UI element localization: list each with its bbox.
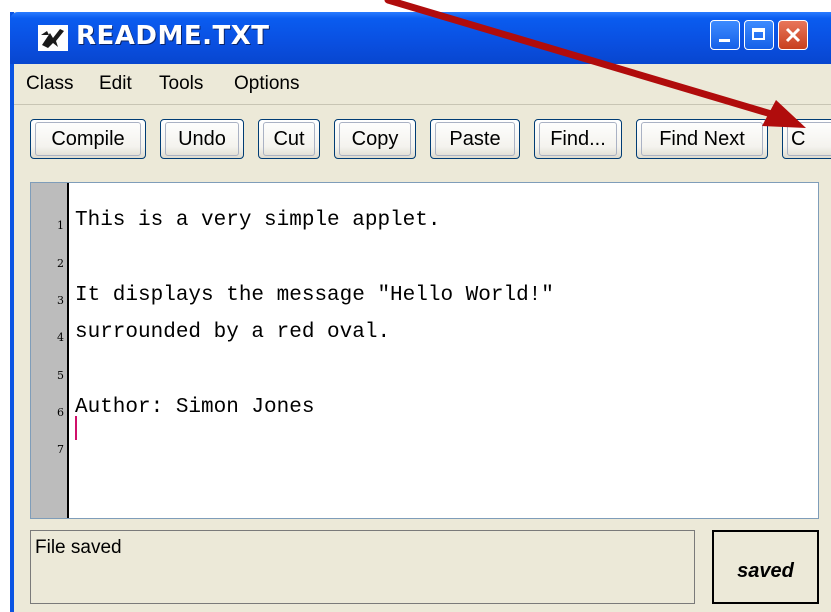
minimize-icon	[719, 39, 730, 42]
bluej-bird-icon	[38, 25, 68, 51]
find-button[interactable]: Find...	[534, 119, 622, 159]
text-cursor	[75, 416, 77, 440]
minimize-button[interactable]	[710, 20, 740, 50]
title-bar[interactable]: README.TXT	[10, 12, 831, 64]
find-next-button[interactable]: Find Next	[636, 119, 768, 159]
menu-class[interactable]: Class	[26, 73, 74, 95]
line-number: 6	[57, 406, 64, 419]
maximize-button[interactable]	[744, 20, 774, 50]
code-line: Author: Simon Jones	[75, 396, 315, 419]
text-editor[interactable]: 1 2 3 4 5 6 7 This is a very simple appl…	[30, 182, 819, 519]
maximize-icon	[752, 28, 765, 40]
close-editor-button[interactable]: C	[782, 119, 831, 159]
line-number: 1	[57, 219, 64, 232]
status-message: File saved	[30, 530, 695, 604]
line-number: 3	[57, 294, 64, 307]
menu-edit[interactable]: Edit	[99, 73, 132, 95]
copy-button[interactable]: Copy	[334, 119, 416, 159]
code-line: This is a very simple applet.	[75, 209, 441, 232]
close-button[interactable]	[778, 20, 808, 50]
menu-tools[interactable]: Tools	[159, 73, 203, 95]
line-number-gutter: 1 2 3 4 5 6 7	[31, 183, 69, 518]
code-line: It displays the message "Hello World!"	[75, 284, 554, 307]
menu-options[interactable]: Options	[234, 73, 299, 95]
paste-button[interactable]: Paste	[430, 119, 520, 159]
menu-bar: Class Edit Tools Options	[14, 64, 831, 104]
line-number: 7	[57, 443, 64, 456]
undo-button[interactable]: Undo	[160, 119, 244, 159]
saved-state-indicator: saved	[712, 530, 819, 604]
compile-button[interactable]: Compile	[30, 119, 146, 159]
close-icon	[785, 27, 801, 43]
line-number: 5	[57, 369, 64, 382]
line-number: 2	[57, 257, 64, 270]
cut-button[interactable]: Cut	[258, 119, 320, 159]
line-number: 4	[57, 331, 64, 344]
code-line: surrounded by a red oval.	[75, 321, 391, 344]
window-title: README.TXT	[76, 21, 270, 51]
toolbar: Compile Undo Cut Copy Paste Find... Find…	[14, 104, 831, 173]
